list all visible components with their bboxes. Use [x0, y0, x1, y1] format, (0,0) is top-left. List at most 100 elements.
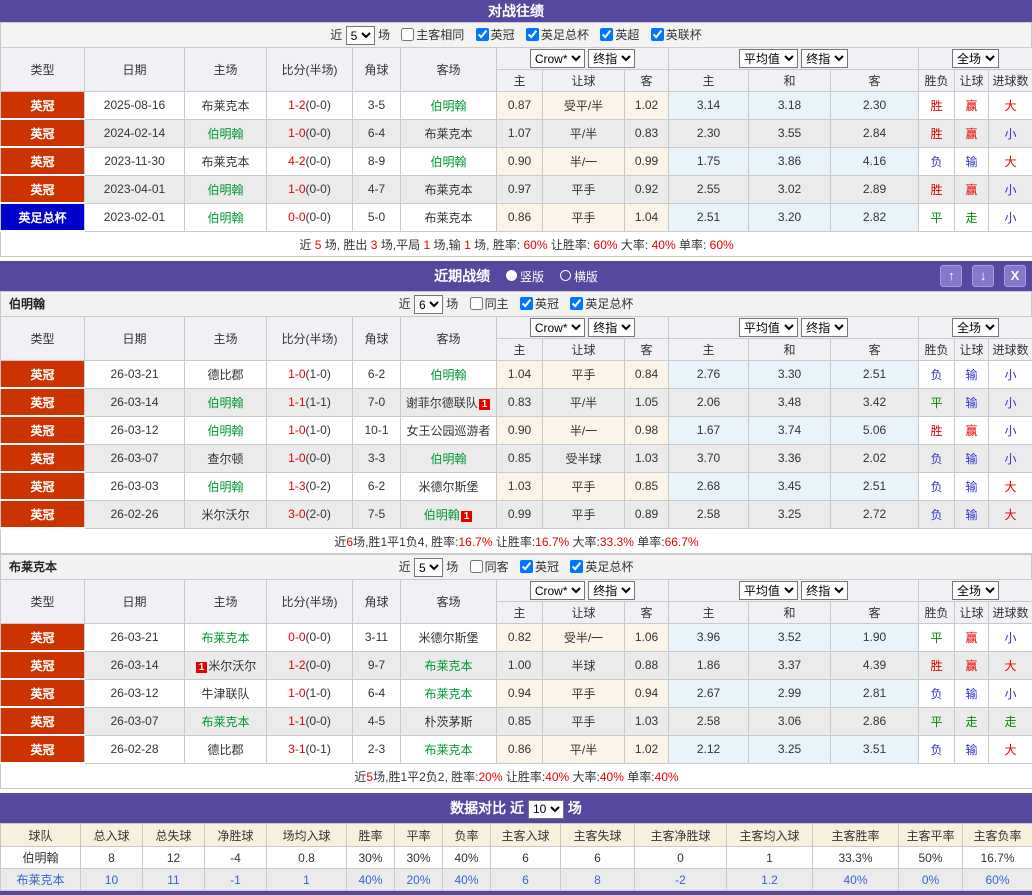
team-name-link[interactable]: 伯明翰	[430, 368, 466, 382]
filter-checkbox-league-cup[interactable]	[651, 28, 664, 41]
away-team[interactable]: 布莱克本	[401, 679, 497, 707]
away-team[interactable]: 伯明翰	[401, 444, 497, 472]
team-name-link[interactable]: 伯明翰	[207, 396, 243, 410]
move-down-button[interactable]: ↓	[972, 265, 994, 287]
team-name-link[interactable]: 伯明翰	[430, 155, 466, 169]
near-games-select[interactable]: 5	[414, 558, 443, 577]
team-name-link[interactable]: 伯明翰	[207, 211, 243, 225]
home-team[interactable]: 伯明翰	[185, 416, 267, 444]
team-name-link[interactable]: 牛津联队	[201, 687, 249, 701]
filter-checkbox-premier-league[interactable]	[600, 28, 613, 41]
away-team[interactable]: 伯明翰	[401, 361, 497, 389]
team-name-link[interactable]: 德比郡	[207, 743, 243, 757]
home-team[interactable]: 1米尔沃尔	[185, 651, 267, 679]
team-name-link[interactable]: 伯明翰	[430, 452, 466, 466]
team-name-link[interactable]: 米尔沃尔	[201, 508, 249, 522]
home-team[interactable]: 布莱克本	[185, 624, 267, 652]
home-team[interactable]: 伯明翰	[185, 472, 267, 500]
view-mode-radio-horizontal[interactable]	[560, 270, 571, 281]
home-team[interactable]: 牛津联队	[185, 679, 267, 707]
away-team[interactable]: 米德尔斯堡	[401, 472, 497, 500]
team-name-link[interactable]: 米德尔斯堡	[418, 631, 478, 645]
filter-checkbox-league-championship[interactable]	[476, 28, 489, 41]
avg-source-select[interactable]: 平均值	[739, 318, 798, 337]
away-team[interactable]: 布莱克本	[401, 651, 497, 679]
away-team[interactable]: 女王公园巡游者	[401, 416, 497, 444]
filter-checkbox-fa-cup[interactable]	[570, 297, 583, 310]
team-name-link[interactable]: 布莱克本	[424, 183, 472, 197]
filter-checkbox-fa-cup[interactable]	[526, 28, 539, 41]
away-team[interactable]: 谢菲尔德联队1	[401, 388, 497, 416]
filter-checkbox-league-championship[interactable]	[520, 560, 533, 573]
near-games-select[interactable]: 5	[346, 26, 375, 45]
away-team[interactable]: 布莱克本	[401, 735, 497, 763]
home-team[interactable]: 伯明翰	[185, 119, 267, 147]
away-team[interactable]: 伯明翰	[401, 92, 497, 120]
team-name-link[interactable]: 布莱克本	[201, 99, 249, 113]
near-games-select[interactable]: 6	[414, 295, 443, 314]
team-name-link[interactable]: 伯明翰	[430, 99, 466, 113]
scope-select[interactable]: 全场	[952, 581, 999, 600]
home-team[interactable]: 伯明翰	[185, 203, 267, 231]
home-team[interactable]: 伯明翰	[185, 388, 267, 416]
team-name-link[interactable]: 布莱克本	[201, 631, 249, 645]
avg-source-select[interactable]: 平均值	[739, 581, 798, 600]
home-team[interactable]: 布莱克本	[185, 147, 267, 175]
move-up-button[interactable]: ↑	[940, 265, 962, 287]
away-team[interactable]: 布莱克本	[401, 203, 497, 231]
filter-checkbox-league-championship[interactable]	[520, 297, 533, 310]
match-date: 2023-02-01	[85, 203, 185, 231]
away-team[interactable]: 伯明翰	[401, 147, 497, 175]
team-name-link[interactable]: 布莱克本	[424, 687, 472, 701]
filter-checkbox-same-home[interactable]	[470, 297, 483, 310]
team-name-link[interactable]: 伯明翰	[207, 183, 243, 197]
close-button[interactable]: X	[1004, 265, 1026, 287]
team-name-link[interactable]: 伯明翰	[207, 480, 243, 494]
team-name-link[interactable]: 伯明翰	[207, 424, 243, 438]
scope-select[interactable]: 全场	[952, 49, 999, 68]
team-name-link[interactable]: 谢菲尔德联队	[406, 396, 478, 410]
team-name-link[interactable]: 布莱克本	[201, 155, 249, 169]
odds-time-select[interactable]: 终指	[588, 318, 635, 337]
home-team[interactable]: 布莱克本	[185, 92, 267, 120]
home-team[interactable]: 布莱克本	[185, 707, 267, 735]
near-games-select[interactable]: 10	[528, 800, 564, 819]
team-name-link[interactable]: 布莱克本	[424, 127, 472, 141]
team-name-link[interactable]: 女王公园巡游者	[406, 424, 490, 438]
odds-source-select[interactable]: Crow*	[530, 581, 585, 600]
away-team[interactable]: 布莱克本	[401, 175, 497, 203]
home-team[interactable]: 米尔沃尔	[185, 500, 267, 528]
avg-time-select[interactable]: 终指	[801, 581, 848, 600]
team-name-link[interactable]: 布莱克本	[201, 715, 249, 729]
team-name-link[interactable]: 布莱克本	[424, 743, 472, 757]
team-name-link[interactable]: 布莱克本	[424, 659, 472, 673]
home-team[interactable]: 德比郡	[185, 361, 267, 389]
avg-time-select[interactable]: 终指	[801, 49, 848, 68]
away-team[interactable]: 朴茨茅斯	[401, 707, 497, 735]
odds-time-select[interactable]: 终指	[588, 581, 635, 600]
filter-checkbox-fa-cup[interactable]	[570, 560, 583, 573]
away-team[interactable]: 伯明翰1	[401, 500, 497, 528]
odds-source-select[interactable]: Crow*	[530, 318, 585, 337]
team-name-link[interactable]: 查尔顿	[207, 452, 243, 466]
odds-source-select[interactable]: Crow*	[530, 49, 585, 68]
team-name-link[interactable]: 米尔沃尔	[208, 659, 256, 673]
home-team[interactable]: 伯明翰	[185, 175, 267, 203]
team-name-link[interactable]: 朴茨茅斯	[424, 715, 472, 729]
team-name-link[interactable]: 米德尔斯堡	[418, 480, 478, 494]
home-team[interactable]: 德比郡	[185, 735, 267, 763]
scope-select[interactable]: 全场	[952, 318, 999, 337]
team-name-link[interactable]: 伯明翰	[424, 508, 460, 522]
avg-source-select[interactable]: 平均值	[739, 49, 798, 68]
away-team[interactable]: 布莱克本	[401, 119, 497, 147]
filter-checkbox-same-away[interactable]	[470, 560, 483, 573]
view-mode-radio-vertical[interactable]	[506, 270, 517, 281]
odds-time-select[interactable]: 终指	[588, 49, 635, 68]
away-team[interactable]: 米德尔斯堡	[401, 624, 497, 652]
avg-time-select[interactable]: 终指	[801, 318, 848, 337]
team-name-link[interactable]: 布莱克本	[424, 211, 472, 225]
home-team[interactable]: 查尔顿	[185, 444, 267, 472]
team-name-link[interactable]: 伯明翰	[207, 127, 243, 141]
filter-checkbox-same-venue[interactable]	[401, 28, 414, 41]
team-name-link[interactable]: 德比郡	[207, 368, 243, 382]
